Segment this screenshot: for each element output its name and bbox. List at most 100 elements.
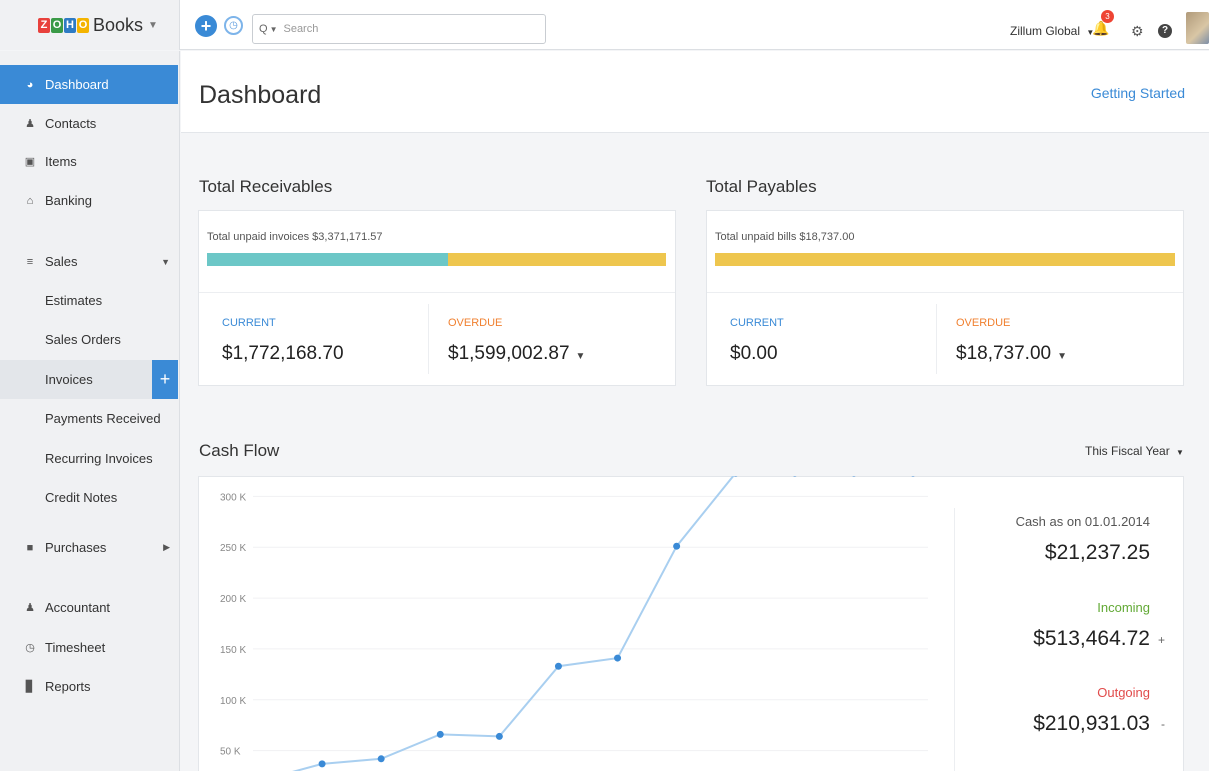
org-name: Zillum Global (1010, 24, 1081, 38)
receivables-overdue-fill (448, 253, 666, 266)
sidebar-item-sales[interactable]: ≡ Sales ▼ (0, 242, 178, 281)
reports-icon: ▊ (25, 681, 35, 693)
y-tick-label: 150 K (220, 645, 246, 656)
search-scope-caret-icon[interactable]: ▼ (270, 25, 278, 34)
sidebar-item-label: Contacts (45, 116, 97, 131)
getting-started-link[interactable]: Getting Started (1091, 85, 1185, 101)
sidebar-item-items[interactable]: ▣ Items (0, 142, 178, 181)
data-point[interactable] (495, 732, 503, 740)
sidebar-item-label: Banking (45, 193, 92, 208)
quick-create-button[interactable]: + (195, 15, 217, 37)
sidebar-item-payments-received[interactable]: Payments Received (0, 399, 178, 438)
period-selector[interactable]: This Fiscal Year ▼ (1085, 444, 1184, 458)
sidebar-item-credit-notes[interactable]: Credit Notes (0, 478, 178, 517)
card-column-divider (428, 304, 429, 374)
sidebar-item-banking[interactable]: ⌂ Banking (0, 181, 178, 220)
outgoing-sign: - (1161, 717, 1165, 731)
payables-progress-bar[interactable] (715, 253, 1175, 266)
sidebar-item-label: Sales Orders (45, 332, 121, 347)
data-point[interactable] (436, 730, 444, 738)
search-input[interactable]: Q ▼ Search (252, 14, 546, 44)
timesheet-icon: ◷ (25, 642, 35, 654)
sidebar-item-label: Accountant (45, 600, 111, 615)
sidebar-item-label: Sales (45, 254, 78, 269)
cart-icon: ≡ (26, 255, 34, 268)
sidebar-item-label: Dashboard (45, 77, 109, 92)
data-point[interactable] (377, 755, 385, 763)
y-tick-label: 250 K (220, 543, 246, 554)
gear-icon[interactable]: ⚙ (1131, 23, 1144, 40)
box-icon: ▣ (24, 156, 36, 168)
sidebar-item-timesheet[interactable]: ◷ Timesheet (0, 628, 178, 667)
sidebar-item-label: Credit Notes (45, 490, 118, 505)
sidebar-item-label: Reports (45, 679, 91, 694)
outgoing-label: Outgoing (1097, 685, 1150, 700)
sidebar-item-estimates[interactable]: Estimates (0, 281, 178, 320)
logo-letter: H (64, 17, 76, 33)
recent-history-icon[interactable]: ◷ (224, 16, 243, 35)
sidebar-item-label: Items (45, 154, 77, 169)
page-title: Dashboard (199, 81, 322, 109)
data-point[interactable] (318, 760, 326, 768)
logo-letter: O (51, 17, 63, 33)
avatar[interactable] (1186, 12, 1209, 44)
payables-card: Total unpaid bills $18,737.00 CURRENT $0… (706, 210, 1184, 386)
sidebar-item-label: Estimates (45, 293, 103, 308)
person-icon: ♟ (25, 118, 35, 130)
accountant-icon: ♟ (25, 602, 35, 614)
card-divider (707, 292, 1183, 293)
page-header: Dashboard Getting Started (181, 51, 1209, 133)
data-point[interactable] (554, 662, 562, 670)
y-tick-label: 200 K (220, 594, 246, 605)
search-placeholder: Search (283, 23, 319, 35)
y-tick-label: 300 K (220, 492, 246, 503)
sidebar-item-label: Payments Received (45, 411, 161, 426)
sidebar-item-dashboard[interactable]: ◕ Dashboard (0, 65, 178, 104)
y-tick-label: 100 K (220, 696, 246, 707)
period-label: This Fiscal Year (1085, 444, 1170, 458)
sidebar-item-invoices[interactable]: Invoices + (0, 360, 178, 399)
payables-title: Total Payables (706, 177, 817, 196)
receivables-progress-bar[interactable] (207, 253, 666, 266)
zoho-logo: Z O H O (38, 17, 89, 33)
bag-icon: ■ (26, 541, 34, 554)
sidebar-item-purchases[interactable]: ■ Purchases ▶ (0, 528, 178, 567)
receivables-overdue-label: OVERDUE (448, 317, 503, 329)
search-icon: Q (259, 23, 268, 35)
logo-letter: Z (38, 17, 50, 33)
receivables-current-fill (207, 253, 449, 266)
incoming-sign: + (1157, 633, 1165, 647)
app-switcher[interactable]: Z O H O Books ▼ (0, 0, 180, 50)
data-point[interactable] (614, 654, 622, 662)
dashboard-icon: ◕ (26, 78, 34, 91)
chevron-down-icon: ▼ (1057, 351, 1067, 362)
payables-overdue-fill (715, 253, 1175, 266)
cash-as-on-amount: $21,237.25 (1044, 541, 1150, 564)
payables-overdue-label: OVERDUE (956, 317, 1011, 329)
top-bar: Z O H O Books ▼ + ◷ Q ▼ Search Zillum Gl… (0, 0, 1209, 50)
sidebar-item-sales-orders[interactable]: Sales Orders (0, 320, 178, 359)
organization-switcher[interactable]: Zillum Global ▼ (1010, 24, 1094, 38)
payables-overdue-dropdown[interactable]: $18,737.00 ▼ (956, 343, 1067, 365)
add-invoice-button[interactable]: + (152, 360, 178, 399)
series-line (292, 476, 735, 771)
chevron-down-icon: ▼ (1176, 448, 1184, 457)
sidebar-item-accountant[interactable]: ♟ Accountant (0, 588, 178, 627)
receivables-overdue-amount: $1,599,002.87 (448, 343, 570, 364)
cash-as-on-label: Cash as on 01.01.2014 (1015, 514, 1150, 529)
receivables-overdue-dropdown[interactable]: $1,599,002.87 ▼ (448, 343, 585, 365)
cashflow-chart: 50 K 100 K 150 K 200 K 250 K 300 K (220, 476, 928, 771)
sidebar: ◕ Dashboard ♟ Contacts ▣ Items ⌂ Banking… (0, 51, 180, 771)
sidebar-item-recurring-invoices[interactable]: Recurring Invoices (0, 439, 178, 478)
sidebar-item-reports[interactable]: ▊ Reports (0, 667, 178, 706)
receivables-card: Total unpaid invoices $3,371,171.57 CURR… (198, 210, 676, 386)
outgoing-amount: $210,931.03 (1033, 712, 1150, 735)
chevron-down-icon: ▼ (161, 256, 170, 267)
payables-current-label: CURRENT (730, 317, 784, 329)
sidebar-item-contacts[interactable]: ♟ Contacts (0, 104, 178, 143)
receivables-current-label: CURRENT (222, 317, 276, 329)
payables-current-amount: $0.00 (730, 343, 778, 364)
cashflow-divider (954, 508, 955, 771)
data-point[interactable] (673, 542, 681, 550)
help-icon[interactable]: ? (1158, 24, 1172, 38)
